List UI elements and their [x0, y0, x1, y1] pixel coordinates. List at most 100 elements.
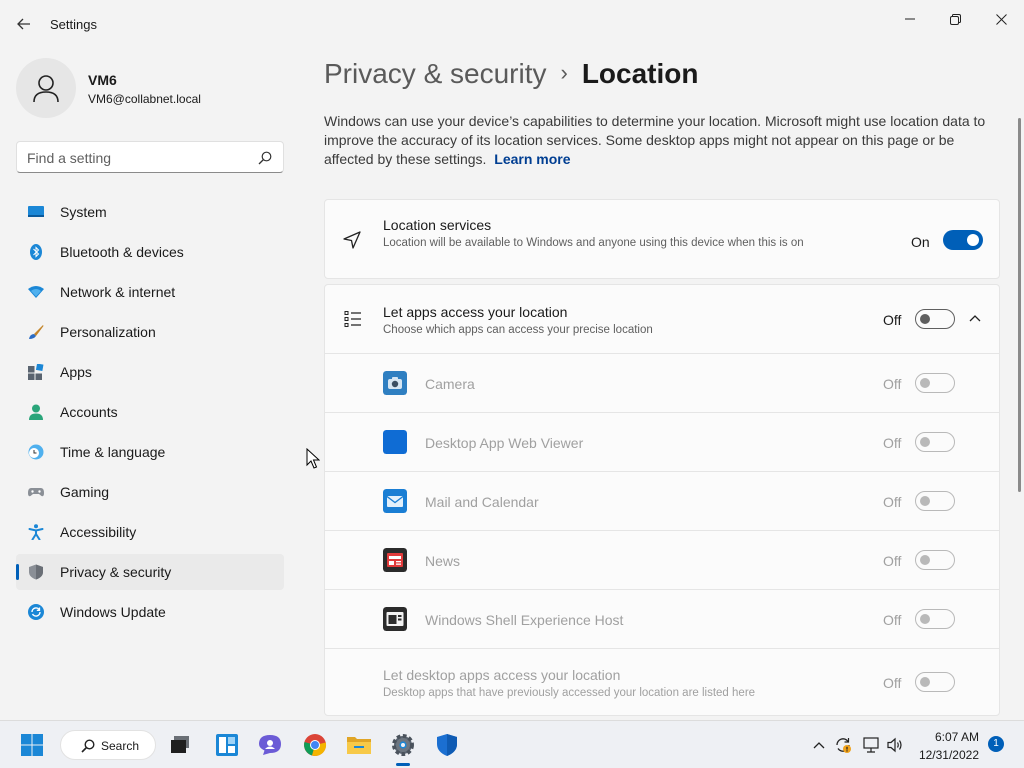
- gamepad-icon: [28, 488, 44, 497]
- task-view-icon: [171, 736, 189, 753]
- maximize-button[interactable]: [932, 4, 978, 34]
- search-icon: [81, 739, 95, 753]
- description-text: Windows can use your device’s capabiliti…: [324, 113, 986, 167]
- widgets-button[interactable]: [211, 729, 243, 761]
- apps-access-subtitle: Choose which apps can access your precis…: [383, 324, 653, 336]
- breadcrumb-parent[interactable]: Privacy & security: [324, 58, 547, 89]
- app-name: Desktop App Web Viewer: [425, 435, 584, 451]
- scrollbar[interactable]: [1018, 118, 1021, 492]
- avatar[interactable]: [16, 58, 76, 118]
- network-icon: [28, 286, 44, 298]
- minimize-button[interactable]: [887, 4, 933, 34]
- apps-access-toggle[interactable]: [915, 309, 955, 329]
- show-hidden-icons-button[interactable]: [810, 736, 828, 754]
- apps-icon: [28, 364, 44, 380]
- taskbar-search-label: Search: [101, 739, 140, 753]
- desktop-apps-row: Let desktop apps access your location De…: [325, 649, 999, 715]
- web-viewer-location-toggle[interactable]: [915, 432, 955, 452]
- chat-button[interactable]: [254, 729, 286, 761]
- sidebar-item-privacy-security[interactable]: Privacy & security: [16, 554, 284, 590]
- sidebar-item-label: Gaming: [60, 484, 110, 500]
- widgets-icon: [216, 734, 238, 756]
- camera-location-toggle[interactable]: [915, 373, 955, 393]
- accounts-icon: [29, 404, 43, 420]
- app-row-web-viewer: Desktop App Web Viewer Off: [325, 413, 999, 471]
- app-name: Mail and Calendar: [425, 494, 539, 510]
- sidebar-item-personalization[interactable]: Personalization: [16, 314, 284, 350]
- notification-badge[interactable]: 1: [988, 736, 1004, 752]
- app-state: Off: [883, 494, 902, 510]
- clock-time[interactable]: 6:07 AM: [925, 730, 979, 744]
- page-title: Location: [581, 58, 699, 89]
- sidebar-item-gaming[interactable]: Gaming: [16, 474, 284, 510]
- sidebar-item-apps[interactable]: Apps: [16, 354, 284, 390]
- chrome-button[interactable]: [299, 729, 331, 761]
- ethernet-icon: [863, 737, 879, 753]
- back-button[interactable]: [12, 12, 36, 36]
- shell-host-location-toggle[interactable]: [915, 609, 955, 629]
- network-tray-button[interactable]: [862, 736, 880, 754]
- volume-icon: [887, 737, 902, 753]
- toggle-knob: [920, 437, 930, 447]
- desktop-apps-location-toggle[interactable]: [915, 672, 955, 692]
- news-location-toggle[interactable]: [915, 550, 955, 570]
- search-input[interactable]: [27, 148, 247, 168]
- user-email: VM6@collabnet.local: [88, 92, 201, 106]
- teams-chat-icon: [259, 735, 281, 755]
- file-explorer-button[interactable]: [343, 729, 375, 761]
- app-state: Off: [883, 376, 902, 392]
- sidebar-nav: System Bluetooth & devices Network & int…: [16, 194, 284, 634]
- chrome-icon: [304, 734, 327, 756]
- defender-button[interactable]: [431, 729, 463, 761]
- sync-tray-button[interactable]: [834, 736, 852, 754]
- apps-access-state: Off: [883, 312, 902, 328]
- location-services-title: Location services: [383, 217, 492, 233]
- sidebar-item-label: Apps: [60, 364, 92, 380]
- app-row-shell-host: Windows Shell Experience Host Off: [325, 590, 999, 648]
- start-button[interactable]: [16, 729, 48, 761]
- sync-warning-icon: [836, 738, 851, 753]
- location-services-toggle[interactable]: [943, 230, 983, 250]
- sidebar-item-time-language[interactable]: Time & language: [16, 434, 284, 470]
- camera-app-icon: [383, 371, 407, 395]
- learn-more-link[interactable]: Learn more: [494, 151, 570, 167]
- sidebar-item-label: System: [60, 204, 107, 220]
- sidebar-item-network[interactable]: Network & internet: [16, 274, 284, 310]
- search-icon[interactable]: [257, 150, 273, 166]
- desktop-apps-subtitle: Desktop apps that have previously access…: [383, 687, 756, 699]
- settings-button[interactable]: [387, 729, 419, 761]
- sidebar-item-system[interactable]: System: [16, 194, 284, 230]
- clock-date[interactable]: 12/31/2022: [913, 748, 979, 762]
- accessibility-icon: [28, 524, 44, 540]
- location-services-state: On: [911, 234, 930, 250]
- user-icon: [33, 75, 59, 103]
- sidebar-item-accounts[interactable]: Accounts: [16, 394, 284, 430]
- brush-icon: [29, 325, 44, 339]
- sidebar-item-accessibility[interactable]: Accessibility: [16, 514, 284, 550]
- sidebar-item-label: Personalization: [60, 324, 156, 340]
- taskbar-search[interactable]: Search: [60, 730, 156, 760]
- mouse-cursor-icon: [306, 448, 320, 469]
- shield-icon: [29, 564, 43, 580]
- location-services-card: Location services Location will be avail…: [324, 199, 1000, 279]
- sidebar-item-label: Accessibility: [60, 524, 137, 540]
- apps-access-title: Let apps access your location: [383, 304, 568, 320]
- defender-icon: [437, 734, 457, 756]
- app-row-news: News Off: [325, 531, 999, 589]
- title-bar: Settings: [0, 0, 1024, 48]
- volume-tray-button[interactable]: [886, 736, 904, 754]
- shell-host-app-icon: [383, 607, 407, 631]
- toggle-knob: [920, 555, 930, 565]
- taskbar: Search 6:07 AM 12/31/2022: [0, 720, 1024, 768]
- sidebar-item-windows-update[interactable]: Windows Update: [16, 594, 284, 630]
- sidebar-item-bluetooth[interactable]: Bluetooth & devices: [16, 234, 284, 270]
- toggle-knob: [967, 234, 979, 246]
- chevron-up-icon[interactable]: [969, 314, 981, 322]
- search-box[interactable]: [16, 141, 284, 173]
- close-button[interactable]: [978, 4, 1024, 34]
- mail-location-toggle[interactable]: [915, 491, 955, 511]
- toggle-knob: [920, 614, 930, 624]
- task-view-button[interactable]: [164, 729, 196, 761]
- sidebar-item-label: Time & language: [60, 444, 166, 460]
- apps-access-header[interactable]: Let apps access your location Choose whi…: [325, 285, 999, 353]
